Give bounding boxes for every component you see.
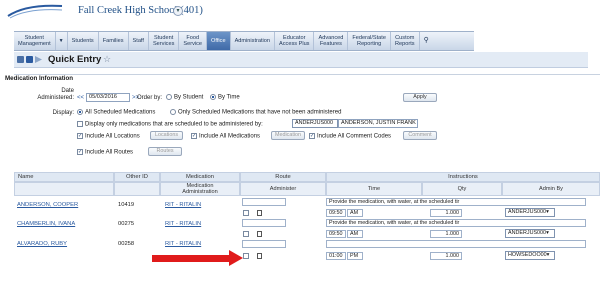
row3-document-icon[interactable] xyxy=(257,253,262,259)
medication-button[interactable]: Medication xyxy=(271,131,305,140)
col-time-header[interactable]: Time xyxy=(326,182,422,196)
row1-route-field[interactable] xyxy=(242,198,286,206)
tab-advanced-features[interactable]: Advanced Features xyxy=(314,32,349,50)
school-name: Fall Creek High School (401) xyxy=(78,5,203,16)
tab-families[interactable]: Families xyxy=(99,32,129,50)
routes-button[interactable]: Routes xyxy=(148,147,182,156)
orderby-label: Order by: xyxy=(137,95,163,101)
tab-staff[interactable]: Staff xyxy=(129,32,149,50)
back-icon[interactable] xyxy=(17,56,24,63)
row1-qty-field[interactable]: 1.000 xyxy=(430,209,462,217)
col-otherid-subheader xyxy=(114,182,160,196)
row1-administer-checkbox[interactable] xyxy=(243,210,249,216)
date-input[interactable]: 05/03/2016 xyxy=(86,93,130,102)
row3-admin-by-select[interactable]: HOWSEDOO00▾ xyxy=(505,251,555,260)
search-icon[interactable]: ⚲ xyxy=(420,32,433,50)
tab-custom-reports[interactable]: Custom Reports xyxy=(391,32,420,50)
orderby-student-radio[interactable]: By Student xyxy=(166,94,203,101)
row2-admin-by-select[interactable]: ANDERJUS000▾ xyxy=(505,229,555,238)
col-instructions-header: Instructions xyxy=(326,172,600,182)
row3-medication-link[interactable]: RIT - RITALIN xyxy=(165,241,201,247)
tab-student-management[interactable]: Student Management xyxy=(14,32,56,50)
apply-button[interactable]: Apply xyxy=(403,93,437,102)
row3-route-field[interactable] xyxy=(242,240,286,248)
row1-time-field[interactable]: 09:50 xyxy=(326,209,346,217)
comment-button[interactable]: Comment xyxy=(403,131,437,140)
app-window: Fall Creek High School (401) ▾ Student M… xyxy=(0,0,600,281)
tab-office[interactable]: Office xyxy=(207,32,231,50)
row3-student-name-link[interactable]: ALVARADO, RUBY xyxy=(17,241,67,247)
row1-student-name-link[interactable]: ANDERSON, COOPER xyxy=(17,202,78,208)
tab-students[interactable]: Students xyxy=(68,32,99,50)
play-icon[interactable] xyxy=(35,56,42,63)
display-all-radio[interactable]: All Scheduled Medications xyxy=(77,109,155,116)
include-medications-checkbox[interactable]: ✓ Include All Medications xyxy=(191,133,260,140)
display-admin-by-checkbox[interactable]: Display only medications that are schedu… xyxy=(77,121,263,128)
col-name-subheader xyxy=(14,182,114,196)
tab-educator-access-plus[interactable]: Educator Access Plus xyxy=(275,32,315,50)
section-title: Medication Information xyxy=(5,75,74,82)
row2-administer-checkbox[interactable] xyxy=(243,231,249,237)
admin-by-code-select[interactable]: ANDERJUS000 xyxy=(292,119,338,128)
col-route-header[interactable]: Route xyxy=(240,172,326,182)
row1-instructions-field: Provide the medication, with water, at t… xyxy=(326,198,586,206)
locations-button[interactable]: Locations xyxy=(150,131,183,140)
row1-document-icon[interactable] xyxy=(257,210,262,216)
col-name-header[interactable]: Name xyxy=(14,172,114,182)
row2-ampm-field[interactable]: AM xyxy=(347,230,363,238)
tab-administration[interactable]: Administration xyxy=(231,32,276,50)
row3-instructions-field xyxy=(326,240,586,248)
row2-time-field[interactable]: 09:50 xyxy=(326,230,346,238)
row3-time-field[interactable]: 01:00 xyxy=(326,252,346,260)
save-icon[interactable] xyxy=(26,56,33,63)
page-title-bar: Quick Entry ☆ xyxy=(14,52,588,68)
tab-food-service[interactable]: Food Service xyxy=(179,32,208,50)
col-admin-by-header[interactable]: Admin By xyxy=(502,182,600,196)
row2-other-id: 00275 xyxy=(118,221,135,227)
row1-other-id: 10419 xyxy=(118,202,135,208)
favorite-star-icon[interactable]: ☆ xyxy=(103,54,111,65)
school-dropdown-icon[interactable]: ▾ xyxy=(173,6,183,16)
date-label: Date Administered: xyxy=(37,88,74,101)
row1-admin-by-select[interactable]: ANDERJUS000▾ xyxy=(505,208,555,217)
col-med-admin-header[interactable]: Medication Administration xyxy=(160,182,240,196)
skyward-logo xyxy=(7,4,63,19)
col-medication-header[interactable]: Medication xyxy=(160,172,240,182)
row3-ampm-field[interactable]: PM xyxy=(347,252,363,260)
page-title: Quick Entry xyxy=(48,54,102,65)
row2-student-name-link[interactable]: CHAMBERLIN, IVANA xyxy=(17,221,75,227)
include-comment-codes-checkbox[interactable]: ✓ Include All Comment Codes xyxy=(309,133,391,140)
include-routes-checkbox[interactable]: ✓ Include All Routes xyxy=(77,149,133,156)
tab-federal-state-reporting[interactable]: Federal/State Reporting xyxy=(348,32,391,50)
row2-route-field[interactable] xyxy=(242,219,286,227)
row3-qty-field[interactable]: 1.000 xyxy=(430,252,462,260)
date-prev-link[interactable]: << xyxy=(77,95,84,101)
orderby-time-radio[interactable]: By Time xyxy=(210,94,240,101)
annotation-arrow-head-icon xyxy=(229,250,243,266)
col-other-id-header[interactable]: Other ID xyxy=(114,172,160,182)
col-administer-header[interactable]: Administer xyxy=(240,182,326,196)
main-nav: Student Management ▼ Students Families S… xyxy=(14,31,474,51)
row3-administer-checkbox[interactable] xyxy=(243,253,249,259)
row2-medication-link[interactable]: RIT - RITALIN xyxy=(165,221,201,227)
row1-medication-link[interactable]: RIT - RITALIN xyxy=(165,202,201,208)
include-locations-checkbox[interactable]: ✓ Include All Locations xyxy=(77,133,140,140)
tab-student-management-dropdown-icon[interactable]: ▼ xyxy=(56,32,68,50)
row3-other-id: 00258 xyxy=(118,241,135,247)
row2-qty-field[interactable]: 1.000 xyxy=(430,230,462,238)
row2-document-icon[interactable] xyxy=(257,231,262,237)
col-qty-header[interactable]: Qty xyxy=(422,182,502,196)
row2-instructions-field: Provide the medication, with water, at t… xyxy=(326,219,586,227)
annotation-arrow-shaft xyxy=(152,255,230,262)
display-label: Display: xyxy=(52,110,74,116)
row1-ampm-field[interactable]: AM xyxy=(347,209,363,217)
admin-by-name-field: ANDERSON, JUSTIN FRANK xyxy=(338,119,418,128)
display-not-administered-radio[interactable]: Only Scheduled Medications that have not… xyxy=(170,109,341,116)
tab-student-services[interactable]: Student Services xyxy=(149,32,180,50)
